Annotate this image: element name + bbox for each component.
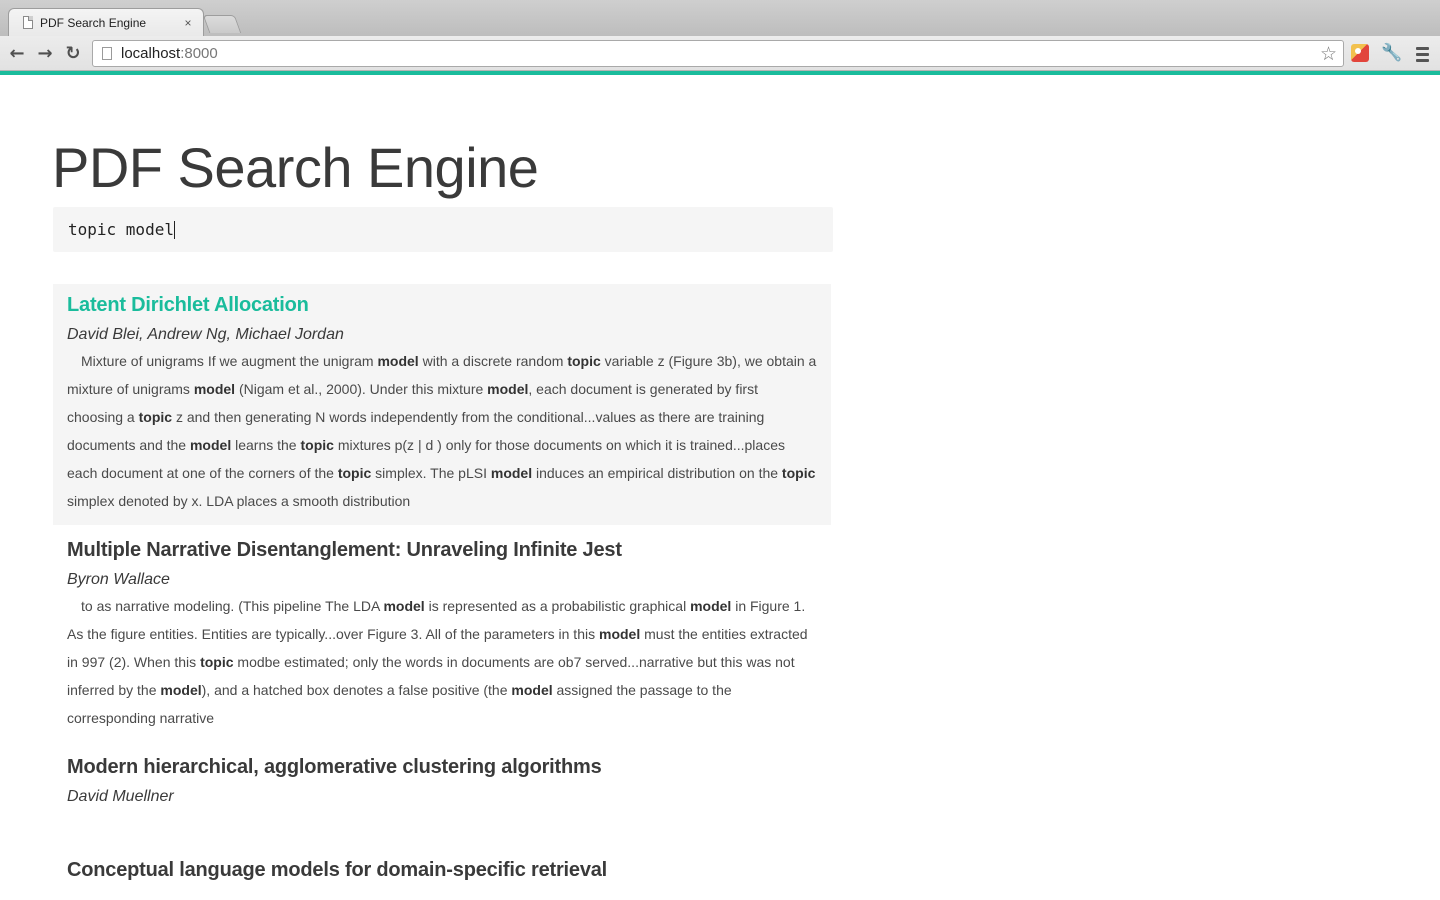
browser-tabstrip: PDF Search Engine × [0, 0, 1440, 36]
result-title-link[interactable]: Modern hierarchical, agglomerative clust… [67, 756, 817, 779]
page-content: PDF Search Engine topic model Latent Dir… [0, 75, 1440, 900]
result-title-link[interactable]: Conceptual language models for domain-sp… [67, 859, 817, 882]
highlighted-term: model [599, 626, 641, 642]
result-title-link[interactable]: Latent Dirichlet Allocation [67, 294, 817, 317]
extension-icon[interactable] [1351, 44, 1369, 62]
bookmark-star-icon[interactable]: ☆ [1320, 43, 1337, 65]
result-item: Modern hierarchical, agglomerative clust… [53, 746, 831, 817]
highlighted-term: model [189, 437, 232, 453]
address-bar[interactable]: localhost:8000 ☆ [92, 40, 1344, 67]
highlighted-term: model [490, 465, 533, 481]
reload-icon[interactable]: ↻ [62, 43, 84, 65]
highlighted-term: model [160, 682, 202, 698]
text-caret [173, 220, 175, 239]
search-input[interactable]: topic model [68, 220, 174, 239]
forward-icon[interactable]: → [34, 43, 56, 65]
tab-title: PDF Search Engine [40, 15, 147, 30]
highlighted-term: topic [567, 353, 601, 369]
url-text: localhost:8000 [121, 45, 218, 62]
page-title: PDF Search Engine [52, 136, 539, 199]
highlighted-term: model [193, 381, 236, 397]
result-title-link[interactable]: Multiple Narrative Disentanglement: Unra… [67, 539, 817, 562]
results-list: Latent Dirichlet Allocation David Blei, A… [53, 284, 831, 892]
highlighted-term: model [487, 381, 529, 397]
highlighted-term: topic [337, 465, 372, 481]
highlighted-term: topic [781, 465, 816, 481]
highlighted-term: topic [300, 437, 334, 453]
highlighted-term: topic [200, 654, 234, 670]
highlighted-term: model [383, 598, 425, 614]
result-item: Conceptual language models for domain-sp… [53, 849, 831, 892]
page-icon [23, 16, 33, 29]
result-snippet: to as narrative modeling. (This pipeline… [67, 598, 808, 726]
highlighted-term: model [690, 598, 732, 614]
highlighted-term: model [511, 682, 553, 698]
search-box[interactable]: topic model [53, 207, 833, 252]
wrench-icon[interactable]: 🔧 [1381, 43, 1402, 63]
highlighted-term: model [377, 353, 419, 369]
result-authors: David Muellner [67, 788, 174, 805]
back-icon[interactable]: ← [6, 43, 28, 65]
browser-tab[interactable]: PDF Search Engine × [8, 8, 204, 36]
result-item: Latent Dirichlet Allocation David Blei, A… [53, 284, 831, 525]
result-authors: David Blei, Andrew Ng, Michael Jordan [67, 326, 344, 343]
highlighted-term: topic [138, 409, 173, 425]
result-snippet: Mixture of unigrams If we augment the un… [67, 353, 817, 509]
result-authors: Byron Wallace [67, 571, 170, 588]
menu-icon[interactable] [1416, 47, 1429, 65]
result-item: Multiple Narrative Disentanglement: Unra… [53, 529, 831, 742]
page-icon [102, 47, 112, 60]
new-tab-button[interactable] [202, 15, 242, 33]
close-icon[interactable]: × [181, 16, 195, 30]
browser-toolbar: ← → ↻ localhost:8000 ☆ 🔧 [0, 36, 1440, 71]
